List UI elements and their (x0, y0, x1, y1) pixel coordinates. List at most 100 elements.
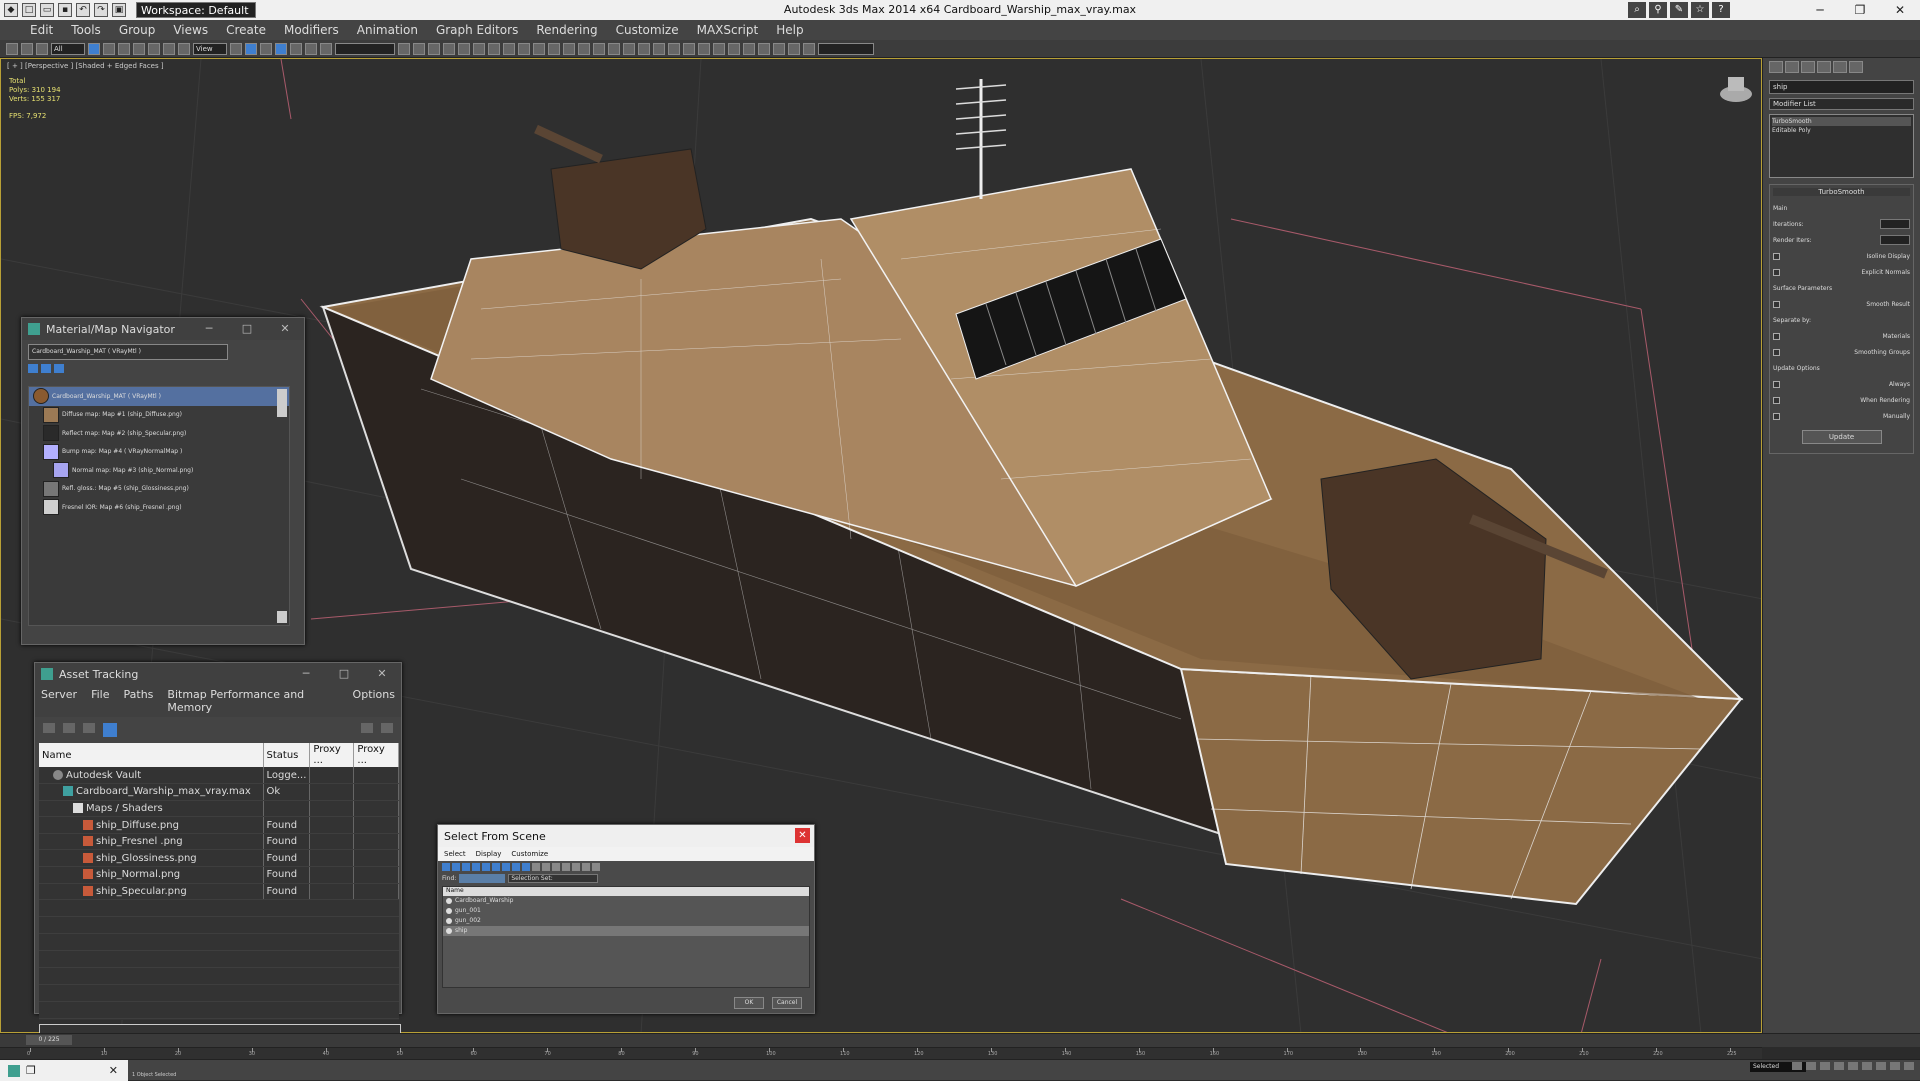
grid-view-icon[interactable] (103, 723, 117, 737)
material-path-field[interactable]: Cardboard_Warship_MAT ( VRayMtl ) (28, 344, 228, 360)
sun-icon[interactable] (713, 42, 725, 55)
create-tab-icon[interactable] (1769, 61, 1783, 73)
menu-tools[interactable]: Tools (71, 23, 101, 37)
dependencies-icon[interactable] (572, 863, 580, 871)
keyboard-shortcut-icon[interactable] (260, 42, 272, 55)
group-filter-icon[interactable] (502, 863, 510, 871)
link-icon[interactable] (6, 42, 18, 55)
hierarchy-display-icon[interactable] (562, 863, 570, 871)
camera-icon[interactable] (728, 42, 740, 55)
menu-display[interactable]: Display (476, 850, 502, 858)
star-icon[interactable]: ☆ (1691, 2, 1709, 18)
materials-checkbox[interactable] (1773, 332, 1780, 340)
spinner-snap-icon[interactable] (320, 42, 332, 55)
reference-coordinate-dropdown[interactable]: View (193, 42, 227, 55)
menu-maxscript[interactable]: MAXScript (697, 23, 759, 37)
schematic-view-icon[interactable] (473, 42, 485, 55)
table-row[interactable]: ship_Glossiness.png Found (39, 849, 399, 868)
tools-icon[interactable]: ✎ (1670, 2, 1688, 18)
menu-edit[interactable]: Edit (30, 23, 53, 37)
light-filter-icon[interactable] (462, 863, 470, 871)
column-proxy-resolution[interactable]: Proxy ... (309, 743, 355, 767)
track-bar[interactable]: 0 10 20 30 40 50 60 70 80 90 100 110 120 130 140 150 160… (0, 1047, 1762, 1059)
vray-icon-8[interactable] (653, 42, 665, 55)
save-icon[interactable]: ▪ (58, 3, 72, 17)
table-row[interactable]: ship_Fresnel .png Found (39, 833, 399, 851)
column-name[interactable]: Name (443, 887, 809, 896)
vray-icon-6[interactable] (623, 42, 635, 55)
hierarchy-tab-icon[interactable] (1801, 61, 1815, 73)
close-icon[interactable]: ✕ (1880, 0, 1920, 20)
render-iters-spinner[interactable] (1880, 235, 1910, 245)
list-item[interactable]: gun_001 (443, 906, 809, 916)
vray-icon-2[interactable] (563, 42, 575, 55)
open-file-icon[interactable]: ▭ (40, 3, 54, 17)
manually-radio[interactable] (1773, 412, 1780, 420)
go-to-start-icon[interactable] (1792, 1062, 1802, 1070)
unlink-icon[interactable] (21, 42, 33, 55)
tree-node[interactable]: Normal map: Map #3 (ship_Normal.png) (29, 461, 289, 480)
undo-icon[interactable]: ↶ (76, 3, 90, 17)
update-button[interactable]: Update (1801, 430, 1882, 444)
always-radio[interactable] (1773, 380, 1780, 388)
redo-icon[interactable]: ↷ (94, 3, 108, 17)
menu-select[interactable]: Select (444, 850, 466, 858)
menu-file[interactable]: File (91, 688, 109, 714)
table-row[interactable]: ship_Diffuse.png Found (39, 816, 399, 834)
select-none-icon[interactable] (542, 863, 550, 871)
menu-create[interactable]: Create (226, 23, 266, 37)
utility-icon[interactable] (803, 42, 815, 55)
sphere-icon[interactable] (683, 42, 695, 55)
rollout-title[interactable]: TurboSmooth (1773, 188, 1910, 196)
modifier-list-dropdown[interactable]: Modifier List (1769, 98, 1914, 110)
vray-icon-3[interactable] (578, 42, 590, 55)
next-frame-icon[interactable] (1834, 1062, 1844, 1070)
select-manipulate-icon[interactable] (245, 42, 257, 55)
vray-icon-7[interactable] (638, 42, 650, 55)
close-icon[interactable]: ✕ (266, 318, 304, 340)
utilities-tab-icon[interactable] (1849, 61, 1863, 73)
menu-customize[interactable]: Customize (511, 850, 548, 858)
spacewarp-icon[interactable] (758, 42, 770, 55)
menu-server[interactable]: Server (41, 688, 77, 714)
stack-item-turbosmooth[interactable]: TurboSmooth (1772, 117, 1911, 126)
select-object-icon[interactable] (88, 42, 100, 55)
when-rendering-radio[interactable] (1773, 396, 1780, 404)
tree-scrollbar-thumb[interactable] (277, 389, 287, 417)
tree-node[interactable]: Fresnel IOR: Map #6 (ship_Fresnel .png) (29, 498, 289, 517)
restore-icon[interactable]: ❐ (1840, 0, 1880, 20)
display-tab-icon[interactable] (1833, 61, 1847, 73)
search-icon[interactable]: ⚲ (1649, 2, 1667, 18)
menu-modifiers[interactable]: Modifiers (284, 23, 339, 37)
table-row[interactable]: Autodesk Vault Logge... (39, 767, 399, 785)
object-name-field[interactable]: ship (1769, 80, 1914, 94)
tree-node[interactable]: Diffuse map: Map #1 (ship_Diffuse.png) (29, 406, 289, 425)
minimize-icon[interactable]: ─ (1800, 0, 1840, 20)
tree-node[interactable]: Refl. gloss.: Map #5 (ship_Glossiness.pn… (29, 480, 289, 499)
menu-rendering[interactable]: Rendering (536, 23, 597, 37)
table-row[interactable]: ship_Specular.png Found (39, 883, 399, 901)
camera-filter-icon[interactable] (472, 863, 480, 871)
menu-group[interactable]: Group (119, 23, 156, 37)
light-icon[interactable] (698, 42, 710, 55)
tree-scrollbar-down[interactable] (277, 611, 287, 623)
tree-node[interactable]: Bump map: Map #4 ( VRayNormalMap ) (29, 443, 289, 462)
rectangular-selection-icon[interactable] (118, 42, 130, 55)
select-by-name-icon[interactable] (103, 42, 115, 55)
percent-snap-icon[interactable] (305, 42, 317, 55)
modify-tab-icon[interactable] (1785, 61, 1799, 73)
shape-filter-icon[interactable] (452, 863, 460, 871)
select-from-scene-titlebar[interactable]: Select From Scene ✕ (438, 825, 814, 847)
selection-filter-dropdown[interactable]: All (51, 42, 85, 55)
close-icon[interactable]: ✕ (795, 828, 810, 843)
hold-icon[interactable]: ▣ (112, 3, 126, 17)
menu-help[interactable]: Help (776, 23, 803, 37)
angle-snap-icon[interactable] (290, 42, 302, 55)
material-editor-icon[interactable] (488, 42, 500, 55)
tree-node[interactable]: Reflect map: Map #2 (ship_Specular.png) (29, 424, 289, 443)
help-icon[interactable] (361, 723, 373, 733)
named-selection-dropdown[interactable] (335, 42, 395, 55)
app-menu-icon[interactable]: ◆ (4, 3, 18, 17)
table-row[interactable]: Cardboard_Warship_max_vray.max Ok (39, 783, 399, 801)
refresh-icon[interactable] (43, 723, 55, 733)
